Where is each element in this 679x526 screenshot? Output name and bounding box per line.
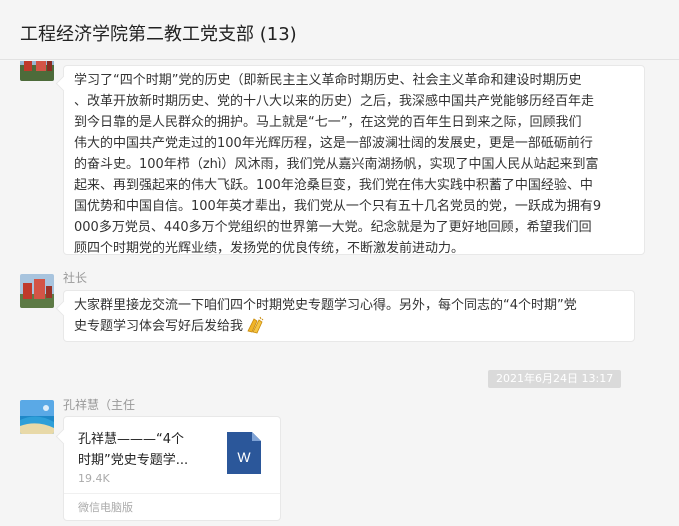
file-name-line: 孔祥慧———“4个 (78, 432, 185, 447)
message-line: 起来、再到强起来的伟大飞跃。100年沧桑巨变，我们党在伟大实践中积蓄了中国经验、… (74, 178, 593, 193)
message-line: 大家群里接龙交流一下咱们四个时期党史专题学习心得。另外，每个同志的“4个时期”党 (74, 298, 577, 313)
sender-name: 孔祥慧（主任 (63, 398, 136, 412)
message-line-text: 史专题学习体会写好后发给我 (74, 319, 244, 334)
sender-name: 社长 (63, 271, 88, 285)
message-line: 顾四个时期党的光辉业绩，发扬党的优良传统，不断激发前进动力。 (74, 241, 465, 256)
message-line: 国优势和中国自信。100年英才辈出，我们党从一个只有五十几名党员的党，一跃成为拥… (74, 199, 602, 214)
avatar-image (20, 400, 54, 434)
file-name-line: 时期”党史专题学... (78, 453, 189, 468)
chat-title[interactable]: 工程经济学院第二教工党支部 (13) (20, 20, 297, 46)
message-list[interactable]: 学习了“四个时期”党的历史（即新民主主义革命时期历史、社会主义革命和建设时期历史… (0, 61, 679, 526)
word-doc-icon: W (227, 432, 261, 474)
divider (64, 493, 280, 494)
message-timestamp: 2021年6月24日 13:17 (488, 370, 622, 388)
message-bubble-president[interactable]: 大家群里接龙交流一下咱们四个时期党史专题学习心得。另外，每个同志的“4个时期”党… (63, 290, 635, 342)
message-line: 伟大的中国共产党走过的100年光辉历程，这是一部波澜壮阔的发展史，更是一部砥砺前… (74, 136, 593, 151)
avatar-image (20, 274, 54, 308)
word-icon-letter: W (237, 449, 251, 465)
avatar-image (20, 61, 54, 81)
sender-avatar[interactable] (20, 61, 54, 81)
sender-avatar-president[interactable] (20, 274, 54, 308)
sender-avatar-director[interactable] (20, 400, 54, 434)
applause-emoji-icon (245, 316, 265, 341)
chat-header: 工程经济学院第二教工党支部 (13) (0, 0, 679, 60)
message-line: 的奋斗史。100年栉（zhì）风沐雨，我们党从嘉兴南湖扬帆，实现了中国人民从站起… (74, 157, 599, 172)
message-line: 史专题学习体会写好后发给我 (74, 316, 624, 341)
message-line: 学习了“四个时期”党的历史（即新民主主义革命时期历史、社会主义革命和建设时期历史 (74, 73, 582, 88)
file-size: 19.4K (78, 472, 110, 485)
file-attachment-card[interactable]: 孔祥慧———“4个 时期”党史专题学... 19.4K W 微信电脑版 (63, 416, 281, 521)
message-bubble-history[interactable]: 学习了“四个时期”党的历史（即新民主主义革命时期历史、社会主义革命和建设时期历史… (63, 65, 645, 256)
message-line: 到今日靠的是人民群众的拥护。马上就是“七一”，在这党的百年生日到来之际，回顾我们 (74, 115, 582, 130)
message-line: 、改革开放新时期历史、党的十八大以来的历史）之后，我深感中国共产党能够历经百年走 (74, 94, 595, 109)
message-line: 000多万党员、440多万个党组织的世界第一大党。纪念就是为了更好地回顾，希望我… (74, 220, 592, 235)
file-source: 微信电脑版 (78, 501, 133, 514)
file-name: 孔祥慧———“4个 时期”党史专题学... (78, 429, 218, 471)
